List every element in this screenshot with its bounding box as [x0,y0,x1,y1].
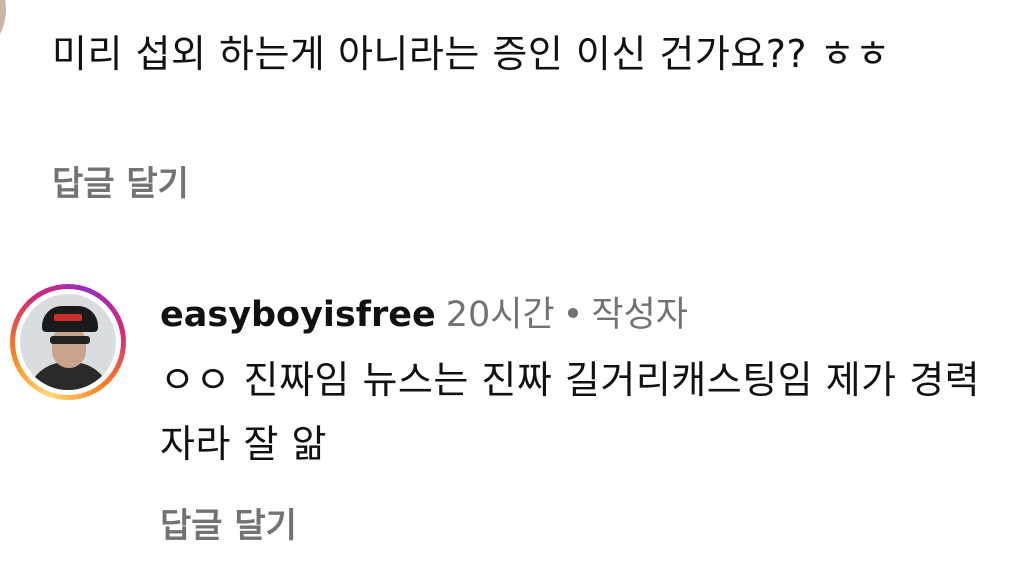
avatar[interactable] [10,284,126,400]
comment-text: 미리 섭외 하는게 아니라는 증인 이신 건가요?? ㅎㅎ [52,32,891,76]
separator-dot: • [562,295,584,335]
comment-header: easyboyisfree 20시간 • 작성자 [160,290,688,340]
comment-text: ㅇㅇ 진짜임 뉴스는 진짜 길거리캐스팅임 제가 경력자라 잘 앎 [160,358,981,466]
avatar-photo [20,294,116,390]
timestamp: 20시간 [445,295,555,335]
sunglasses-icon [50,336,90,344]
cap-logo-icon [54,314,82,321]
previous-commenter-avatar[interactable] [0,0,6,46]
clipped-previous-line [40,0,960,4]
author-badge: 작성자 [591,295,688,335]
reply-button[interactable]: 답글 달기 [160,502,297,550]
username-link[interactable]: easyboyisfree [160,295,436,335]
reply-button[interactable]: 답글 달기 [52,160,189,208]
